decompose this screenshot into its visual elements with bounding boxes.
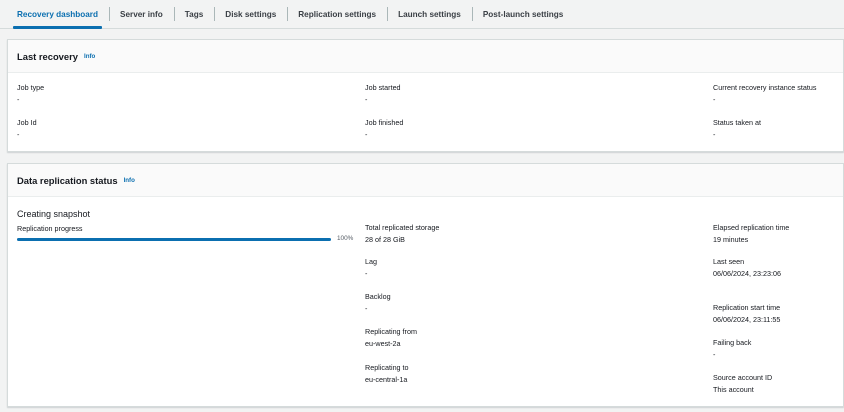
data-replication-title: Data replication status bbox=[17, 174, 118, 186]
tab-bar: Recovery dashboard Server info Tags Disk… bbox=[0, 0, 844, 29]
replicating-to-field: Replicating to eu-central-1a bbox=[365, 363, 409, 385]
total-storage-field: Total replicated storage 28 of 28 GiB bbox=[365, 223, 439, 245]
replication-state-text: Creating snapshot bbox=[17, 209, 91, 219]
backlog-value: - bbox=[365, 304, 368, 313]
data-replication-info-link[interactable]: Info bbox=[124, 177, 135, 184]
replication-progress-percent: 100% bbox=[337, 235, 354, 242]
replication-progress-fill bbox=[17, 238, 331, 241]
data-replication-header: Data replication status Info bbox=[8, 164, 843, 197]
lag-field: Lag - bbox=[365, 257, 377, 279]
data-replication-panel: Data replication status Info Creating sn… bbox=[7, 163, 844, 407]
replication-progress-bar bbox=[17, 238, 331, 241]
total-storage-label: Total replicated storage bbox=[365, 223, 440, 232]
job-started-label: Job started bbox=[365, 83, 401, 92]
status-taken-at-field: Status taken at - bbox=[713, 118, 761, 140]
last-seen-value: 06/06/2024, 23:23:06 bbox=[713, 269, 781, 278]
replicating-to-value: eu-central-1a bbox=[365, 375, 408, 384]
job-started-value: - bbox=[365, 95, 368, 104]
total-storage-value: 28 of 28 GiB bbox=[365, 235, 405, 244]
current-recovery-status-label: Current recovery instance status bbox=[713, 83, 817, 92]
replication-start-time-value: 06/06/2024, 23:11:55 bbox=[713, 315, 781, 324]
lag-label: Lag bbox=[365, 257, 377, 266]
job-id-label: Job Id bbox=[17, 118, 37, 127]
replicating-to-label: Replicating to bbox=[365, 363, 409, 372]
last-seen-field: Last seen 06/06/2024, 23:23:06 bbox=[713, 257, 781, 279]
job-type-value: - bbox=[17, 95, 20, 104]
tab-tags[interactable]: Tags bbox=[173, 0, 215, 28]
job-finished-value: - bbox=[365, 130, 368, 139]
last-recovery-title: Last recovery bbox=[17, 50, 78, 62]
last-seen-label: Last seen bbox=[713, 257, 745, 266]
recovery-dashboard-page: Recovery dashboard Server info Tags Disk… bbox=[0, 0, 844, 412]
tab-post-launch-settings[interactable]: Post-launch settings bbox=[471, 0, 575, 28]
replicating-from-value: eu-west-2a bbox=[365, 339, 401, 348]
job-id-field: Job Id - bbox=[17, 118, 37, 140]
tab-recovery-dashboard[interactable]: Recovery dashboard bbox=[6, 0, 109, 29]
source-account-field: Source account ID This account bbox=[713, 373, 772, 395]
replication-progress-label: Replication progress bbox=[17, 224, 83, 233]
backlog-field: Backlog - bbox=[365, 292, 391, 314]
replicating-from-label: Replicating from bbox=[365, 327, 417, 336]
job-started-field: Job started - bbox=[365, 83, 401, 105]
source-account-label: Source account ID bbox=[713, 373, 773, 382]
last-recovery-panel: Last recovery Info Job type - Job starte… bbox=[7, 39, 844, 152]
tab-replication-settings[interactable]: Replication settings bbox=[287, 0, 387, 28]
job-finished-field: Job finished - bbox=[365, 118, 403, 140]
status-taken-at-label: Status taken at bbox=[713, 118, 761, 127]
lag-value: - bbox=[365, 269, 368, 278]
last-recovery-header: Last recovery Info bbox=[8, 40, 843, 73]
status-taken-at-value: - bbox=[713, 130, 716, 139]
job-type-label: Job type bbox=[17, 83, 45, 92]
last-recovery-info-link[interactable]: Info bbox=[84, 53, 95, 60]
replicating-from-field: Replicating from eu-west-2a bbox=[365, 327, 417, 349]
current-recovery-status-field: Current recovery instance status - bbox=[713, 83, 816, 105]
job-id-value: - bbox=[17, 130, 20, 139]
elapsed-time-field: Elapsed replication time 19 minutes bbox=[713, 223, 789, 245]
tab-server-info[interactable]: Server info bbox=[109, 0, 174, 28]
replication-start-time-field: Replication start time 06/06/2024, 23:11… bbox=[713, 303, 780, 325]
backlog-label: Backlog bbox=[365, 292, 391, 301]
replication-start-time-label: Replication start time bbox=[713, 303, 781, 312]
tab-launch-settings[interactable]: Launch settings bbox=[387, 0, 472, 28]
failing-back-label: Failing back bbox=[713, 338, 752, 347]
tab-disk-settings[interactable]: Disk settings bbox=[214, 0, 287, 28]
failing-back-value: - bbox=[713, 350, 716, 359]
job-finished-label: Job finished bbox=[365, 118, 404, 127]
failing-back-field: Failing back - bbox=[713, 338, 751, 360]
elapsed-time-value: 19 minutes bbox=[713, 235, 749, 244]
source-account-value: This account bbox=[713, 385, 754, 394]
current-recovery-status-value: - bbox=[713, 95, 716, 104]
job-type-field: Job type - bbox=[17, 83, 44, 105]
elapsed-time-label: Elapsed replication time bbox=[713, 223, 790, 232]
